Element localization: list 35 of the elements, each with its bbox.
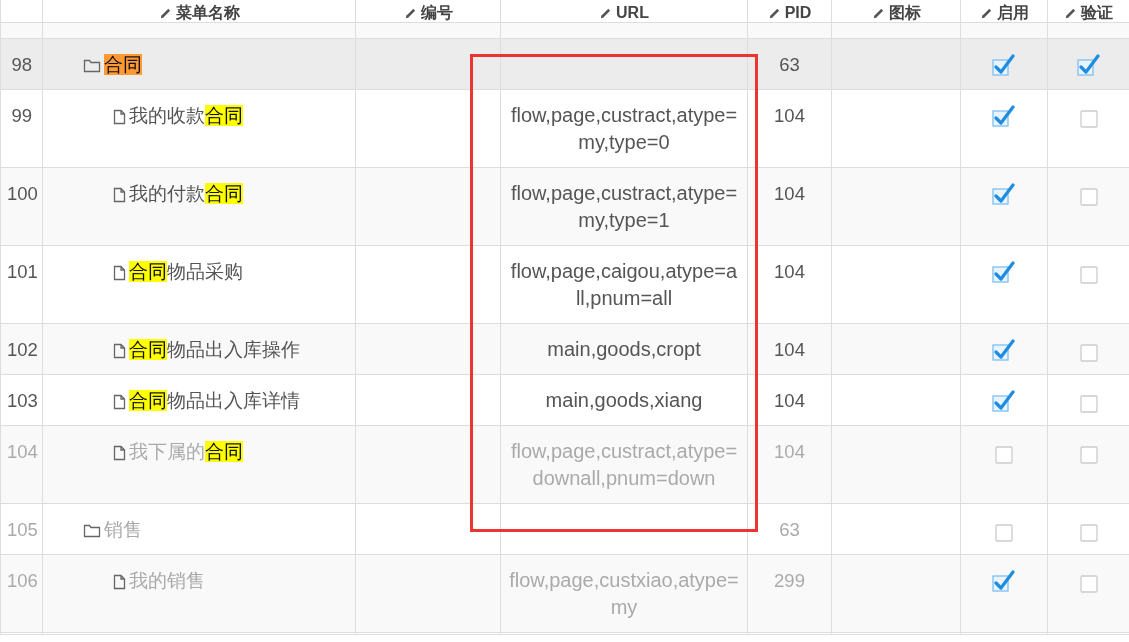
row-id: 100 bbox=[7, 182, 38, 204]
column-header[interactable]: 编号 bbox=[355, 0, 501, 22]
menu-url: main,goods,cropt bbox=[547, 337, 701, 360]
menu-url: flow,page,custract,atype=my,type=0 bbox=[510, 103, 738, 153]
row-id: 105 bbox=[7, 518, 38, 540]
row-id: 99 bbox=[11, 104, 32, 126]
menu-url: flow,page,custract,atype=downall,pnum=down bbox=[510, 439, 738, 489]
parent-id: 104 bbox=[774, 182, 805, 204]
column-header[interactable]: 图标 bbox=[831, 0, 961, 22]
parent-id: 104 bbox=[774, 338, 805, 360]
column-header[interactable]: PID bbox=[747, 0, 832, 22]
parent-id: 104 bbox=[774, 440, 805, 462]
menu-url: flow,page,custract,atype=my,type=1 bbox=[510, 181, 738, 231]
row-id: 102 bbox=[7, 338, 38, 360]
column-header[interactable]: URL bbox=[500, 0, 748, 22]
menu-name[interactable]: 合同物品采购 bbox=[129, 257, 243, 285]
parent-id: 299 bbox=[774, 569, 805, 591]
row-id: 104 bbox=[7, 440, 38, 462]
parent-id: 104 bbox=[774, 104, 805, 126]
row-id: 98 bbox=[11, 53, 32, 75]
menu-name[interactable]: 我的收款合同 bbox=[129, 101, 243, 129]
menu-url: flow,page,caigou,atype=all,pnum=all bbox=[510, 259, 738, 309]
column-header[interactable]: 菜单名称 bbox=[42, 0, 356, 22]
parent-id: 63 bbox=[779, 53, 800, 75]
parent-id: 63 bbox=[779, 518, 800, 540]
menu-name[interactable]: 我的付款合同 bbox=[129, 179, 243, 207]
menu-name[interactable]: 我下属的合同 bbox=[129, 437, 243, 465]
row-id: 103 bbox=[7, 389, 38, 411]
row-id: 106 bbox=[7, 569, 38, 591]
menu-url: flow,page,custxiao,atype=my bbox=[509, 568, 739, 618]
column-header[interactable]: 启用 bbox=[960, 0, 1048, 22]
parent-id: 104 bbox=[774, 260, 805, 282]
row-id: 101 bbox=[7, 260, 38, 282]
parent-id: 104 bbox=[774, 389, 805, 411]
menu-url: main,goods,xiang bbox=[545, 388, 703, 411]
